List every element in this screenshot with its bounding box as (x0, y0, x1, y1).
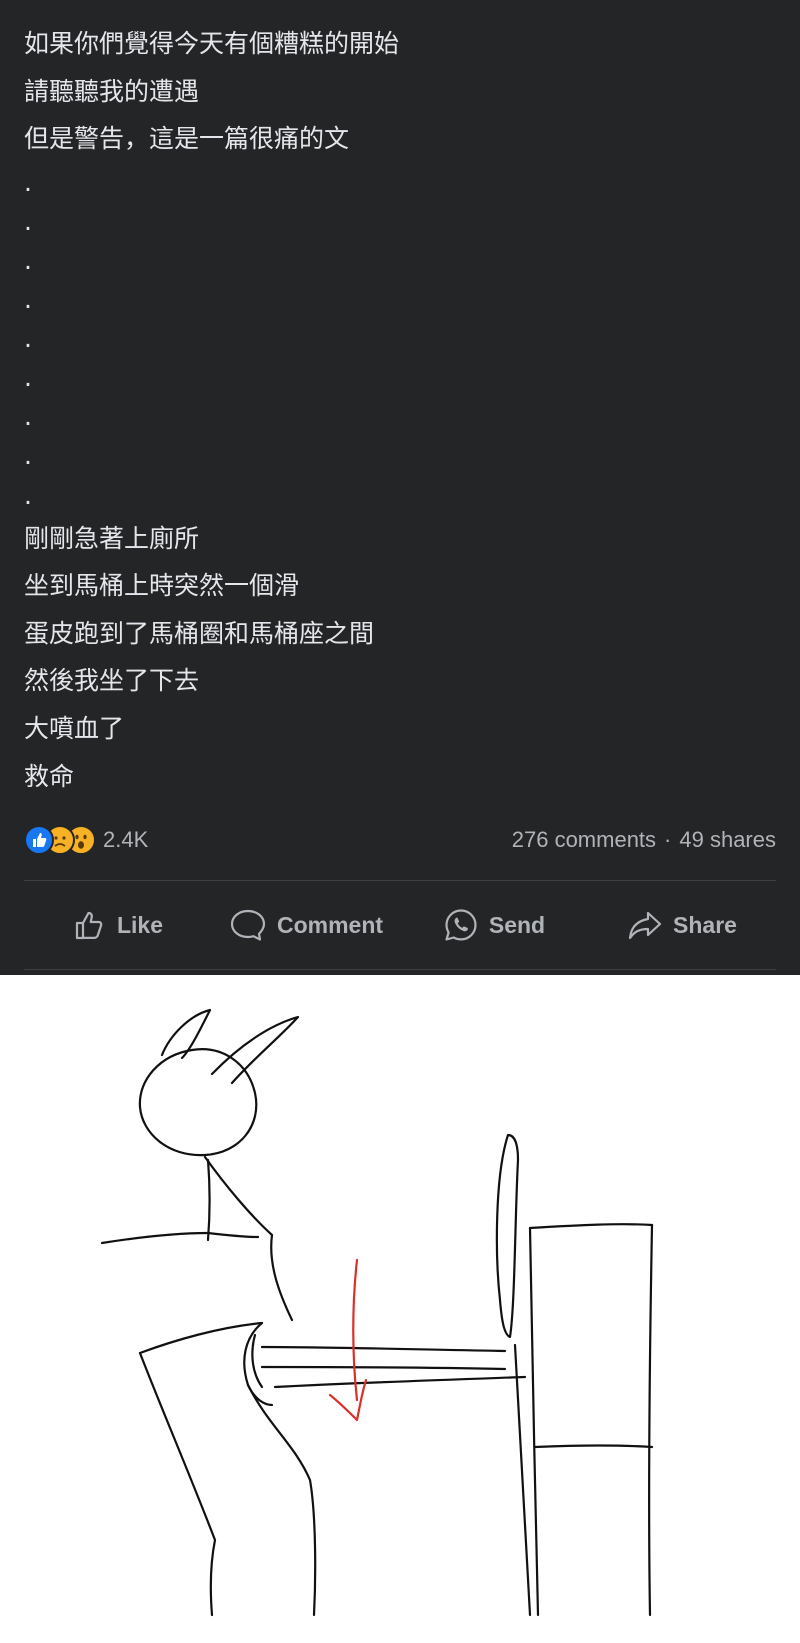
facebook-post: 如果你們覺得今天有個糟糕的開始 請聽聽我的遭遇 但是警告，這是一篇很痛的文 . … (0, 0, 800, 975)
toilet-tank-stroke (528, 1223, 654, 1230)
arm-stroke (206, 1231, 260, 1239)
toilet-seat-stroke (260, 1345, 507, 1353)
toilet-tank-stroke (648, 1223, 654, 1617)
share-label: Share (673, 911, 737, 938)
post-line: 救命 (24, 761, 75, 791)
ear-stroke (210, 1015, 300, 1085)
torso-stroke (203, 1155, 294, 1322)
post-dot: . (24, 480, 32, 510)
divider (24, 880, 776, 881)
stick-figure-sketch (100, 1008, 654, 1617)
post-line: 蛋皮跑到了馬桶圈和馬桶座之間 (24, 618, 375, 648)
reaction-count: 2.4K (103, 827, 149, 852)
post-dot: . (24, 285, 32, 315)
post-dot: . (24, 167, 32, 197)
like-reaction-icon (24, 825, 54, 855)
reaction-summary[interactable]: 2.4K (24, 820, 148, 860)
post-line: 剛剛急著上廁所 (24, 523, 200, 553)
toilet-bowl-stroke (273, 1375, 527, 1389)
comment-bubble-icon (229, 908, 267, 942)
post-dot: . (24, 206, 32, 236)
post-line: 然後我坐了下去 (24, 666, 200, 696)
like-label: Like (116, 911, 164, 938)
stats-separator: · (664, 827, 672, 852)
sketch-image (0, 975, 800, 1638)
buttocks-stroke (251, 1333, 264, 1389)
post-line: 如果你們覺得今天有個糟糕的開始 (24, 29, 400, 58)
post-dot: . (24, 324, 32, 354)
post-dot: . (24, 402, 32, 432)
post-text: 如果你們覺得今天有個糟糕的開始 請聽聽我的遭遇 但是警告，這是一篇很痛的文 . … (24, 20, 776, 800)
post-dot: . (24, 363, 32, 393)
toilet-tank-stroke (528, 1226, 540, 1617)
like-button[interactable]: Like (24, 896, 212, 954)
share-arrow-icon (627, 909, 663, 941)
post-line: 大噴血了 (24, 714, 125, 743)
post-line: 請聽聽我的遭遇 (24, 76, 200, 106)
share-button[interactable]: Share (588, 896, 776, 954)
head-stroke (138, 1048, 258, 1157)
torso-stroke (206, 1158, 211, 1242)
comments-count-link[interactable]: 276 comments (512, 827, 656, 853)
toilet-tank-stroke (533, 1444, 654, 1449)
leg-stroke (138, 1351, 217, 1617)
post-dot: . (24, 245, 32, 275)
comment-label: Comment (276, 911, 384, 938)
post-line: 坐到馬桶上時突然一個滑 (24, 571, 300, 601)
divider (24, 969, 776, 970)
comment-button[interactable]: Comment (212, 896, 400, 954)
thigh-stroke (138, 1321, 264, 1355)
post-dot: . (24, 441, 32, 471)
toilet-lid-stroke (495, 1133, 520, 1339)
buttocks-stroke (243, 1321, 274, 1407)
arm-stroke (100, 1231, 210, 1245)
toilet-seat-stroke (260, 1365, 507, 1371)
toilet-tank-stroke (513, 1343, 532, 1617)
send-label: Send (488, 911, 546, 938)
whatsapp-send-icon (443, 907, 479, 943)
red-arrow-icon (328, 1258, 368, 1422)
action-bar: Like Comment Send Share (24, 896, 776, 954)
shares-count-link[interactable]: 49 shares (679, 827, 776, 853)
leg-stroke (246, 1383, 317, 1617)
send-button[interactable]: Send (400, 896, 588, 954)
post-line: 但是警告，這是一篇很痛的文 (24, 124, 350, 154)
thumbs-up-icon (73, 908, 107, 942)
post-stats: 276 comments · 49 shares (512, 820, 776, 860)
